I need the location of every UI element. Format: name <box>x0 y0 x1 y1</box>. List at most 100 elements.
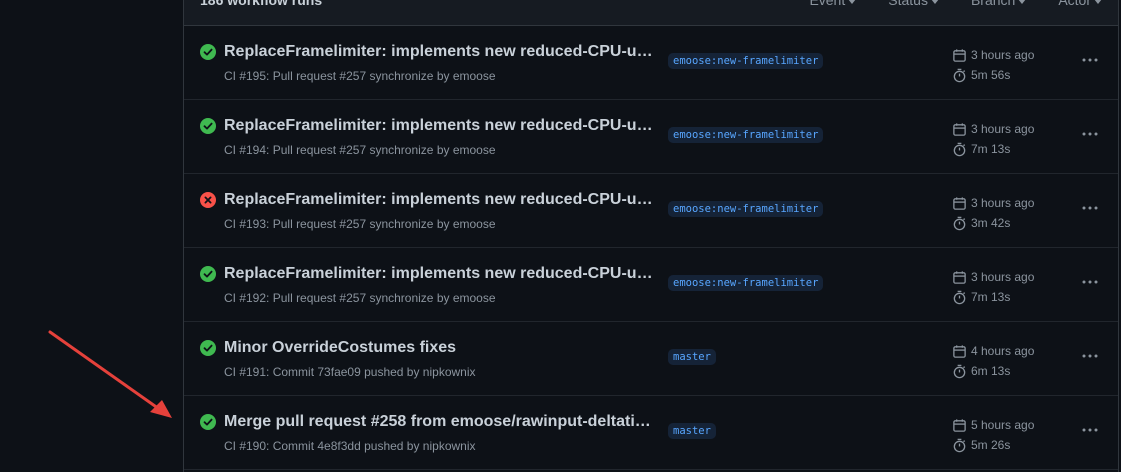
workflow-run-meta: 3 hours ago 3m 42s <box>952 193 1034 233</box>
filter-status-label: Status <box>888 0 928 8</box>
run-duration-value: 5m 56s <box>971 68 1011 82</box>
stopwatch-icon <box>953 216 966 230</box>
workflow-run-list: ReplaceFramelimiter: implements new redu… <box>184 26 1118 470</box>
run-duration-value: 7m 13s <box>971 290 1011 304</box>
branch-label[interactable]: emoose:new-framelimiter <box>668 201 824 217</box>
run-time-ago: 4 hours ago <box>971 344 1035 358</box>
stopwatch-icon <box>953 364 966 378</box>
kebab-horizontal-icon[interactable] <box>1080 422 1100 438</box>
chevron-down-icon <box>848 0 857 4</box>
calendar-icon <box>953 344 966 358</box>
kebab-horizontal-icon[interactable] <box>1080 274 1100 290</box>
filter-branch-label: Branch <box>970 0 1016 8</box>
run-duration-value: 3m 42s <box>971 216 1011 230</box>
run-duration-value: 6m 13s <box>971 364 1011 378</box>
workflow-run-title[interactable]: ReplaceFramelimiter: implements new redu… <box>224 265 654 283</box>
stopwatch-icon <box>953 142 966 156</box>
filter-bar: Event Status Branch Actor <box>777 0 1102 8</box>
run-duration: 7m 13s <box>952 287 1034 307</box>
workflow-run-number: CI #194: <box>224 143 270 157</box>
chevron-down-icon <box>1094 0 1102 4</box>
workflow-run-row[interactable]: ReplaceFramelimiter: implements new redu… <box>184 248 1118 322</box>
run-time: 5 hours ago <box>952 415 1034 435</box>
workflow-run-title[interactable]: Merge pull request #258 from emoose/rawi… <box>224 413 654 431</box>
branch-label[interactable]: emoose:new-framelimiter <box>668 275 824 291</box>
workflow-run-meta: 4 hours ago 6m 13s <box>952 341 1034 381</box>
filter-event[interactable]: Event <box>809 0 857 8</box>
workflow-run-number: CI #190: <box>224 439 270 453</box>
run-duration-value: 5m 26s <box>971 438 1011 452</box>
branch-label[interactable]: master <box>668 349 716 365</box>
workflow-run-subtitle: CI #192: Pull request #257 synchronize b… <box>224 291 496 305</box>
run-duration: 5m 56s <box>952 65 1034 85</box>
workflow-run-number: CI #192: <box>224 291 270 305</box>
workflow-run-detail: Pull request #257 synchronize by emoose <box>272 69 496 83</box>
workflow-run-detail: Pull request #257 synchronize by emoose <box>272 143 496 157</box>
workflow-run-meta: 3 hours ago 7m 13s <box>952 119 1034 159</box>
run-time-ago: 3 hours ago <box>971 122 1035 136</box>
stopwatch-icon <box>953 290 966 304</box>
workflow-run-row[interactable]: Merge pull request #258 from emoose/rawi… <box>184 396 1118 470</box>
workflow-runs-panel: 186 workflow runs Event Status Branch Ac… <box>183 0 1119 472</box>
workflow-run-title[interactable]: ReplaceFramelimiter: implements new redu… <box>224 43 654 61</box>
workflow-run-detail: Pull request #257 synchronize by emoose <box>272 217 496 231</box>
run-time-ago: 3 hours ago <box>971 196 1035 210</box>
workflow-run-detail: Commit 73fae09 pushed by nipkownix <box>272 365 476 379</box>
workflow-run-meta: 5 hours ago 5m 26s <box>952 415 1034 455</box>
red-arrow-annotation <box>48 330 172 418</box>
workflow-run-subtitle: CI #190: Commit 4e8f3dd pushed by nipkow… <box>224 439 476 453</box>
check-circle-icon <box>200 414 216 430</box>
workflow-runs-header: 186 workflow runs Event Status Branch Ac… <box>184 0 1118 26</box>
workflow-run-number: CI #193: <box>224 217 270 231</box>
run-time: 4 hours ago <box>952 341 1034 361</box>
filter-branch[interactable]: Branch <box>970 0 1027 8</box>
filter-actor[interactable]: Actor <box>1058 0 1102 8</box>
calendar-icon <box>953 122 966 136</box>
workflow-run-row[interactable]: ReplaceFramelimiter: implements new redu… <box>184 100 1118 174</box>
workflow-run-title[interactable]: ReplaceFramelimiter: implements new redu… <box>224 191 654 209</box>
run-time-ago: 3 hours ago <box>971 270 1035 284</box>
workflow-run-row[interactable]: Minor OverrideCostumes fixes CI #191: Co… <box>184 322 1118 396</box>
filter-status[interactable]: Status <box>888 0 939 8</box>
kebab-horizontal-icon[interactable] <box>1080 348 1100 364</box>
branch-label[interactable]: emoose:new-framelimiter <box>668 127 824 143</box>
workflow-run-title[interactable]: ReplaceFramelimiter: implements new redu… <box>224 117 654 135</box>
run-time: 3 hours ago <box>952 267 1034 287</box>
x-circle-icon <box>200 192 216 208</box>
calendar-icon <box>953 270 966 284</box>
run-duration: 6m 13s <box>952 361 1034 381</box>
check-circle-icon <box>200 340 216 356</box>
workflow-run-row[interactable]: ReplaceFramelimiter: implements new redu… <box>184 174 1118 248</box>
workflow-run-meta: 3 hours ago 5m 56s <box>952 45 1034 85</box>
stopwatch-icon <box>953 438 966 452</box>
run-duration: 7m 13s <box>952 139 1034 159</box>
check-circle-icon <box>200 266 216 282</box>
workflow-run-detail: Pull request #257 synchronize by emoose <box>272 291 496 305</box>
run-time-ago: 3 hours ago <box>971 48 1035 62</box>
workflow-run-subtitle: CI #195: Pull request #257 synchronize b… <box>224 69 496 83</box>
run-duration-value: 7m 13s <box>971 142 1011 156</box>
kebab-horizontal-icon[interactable] <box>1080 200 1100 216</box>
run-time: 3 hours ago <box>952 45 1034 65</box>
branch-label[interactable]: master <box>668 423 716 439</box>
calendar-icon <box>953 48 966 62</box>
chevron-down-icon <box>1018 0 1027 4</box>
run-duration: 5m 26s <box>952 435 1034 455</box>
calendar-icon <box>953 196 966 210</box>
run-duration: 3m 42s <box>952 213 1034 233</box>
kebab-horizontal-icon[interactable] <box>1080 52 1100 68</box>
workflow-run-title[interactable]: Minor OverrideCostumes fixes <box>224 339 654 357</box>
workflow-run-number: CI #195: <box>224 69 270 83</box>
workflow-run-subtitle: CI #191: Commit 73fae09 pushed by nipkow… <box>224 365 476 379</box>
workflow-run-number: CI #191: <box>224 365 270 379</box>
kebab-horizontal-icon[interactable] <box>1080 126 1100 142</box>
workflow-run-detail: Commit 4e8f3dd pushed by nipkownix <box>272 439 476 453</box>
stopwatch-icon <box>953 68 966 82</box>
run-time: 3 hours ago <box>952 193 1034 213</box>
filter-event-label: Event <box>809 0 846 8</box>
check-circle-icon <box>200 118 216 134</box>
workflow-run-subtitle: CI #194: Pull request #257 synchronize b… <box>224 143 496 157</box>
branch-label[interactable]: emoose:new-framelimiter <box>668 53 824 69</box>
workflow-run-row[interactable]: ReplaceFramelimiter: implements new redu… <box>184 26 1118 100</box>
workflow-run-subtitle: CI #193: Pull request #257 synchronize b… <box>224 217 496 231</box>
